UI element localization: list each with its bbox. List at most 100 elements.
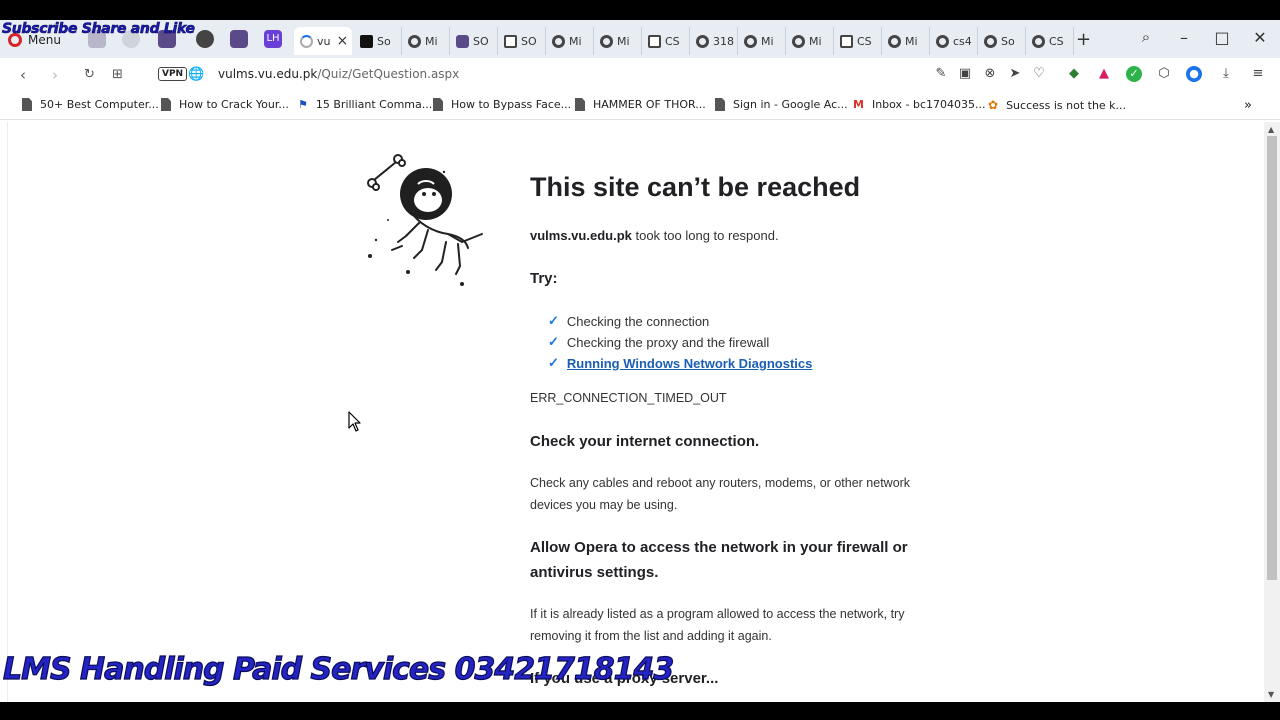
tab-label: Mi xyxy=(569,34,582,48)
url-host: vulms.vu.edu.pk xyxy=(218,67,318,81)
pinned-tab-owl-icon[interactable] xyxy=(230,30,248,48)
tab[interactable]: Mi xyxy=(786,27,834,55)
bookmark-item[interactable]: ⚑ 15 Brilliant Comma... xyxy=(298,98,432,111)
download-icon[interactable]: ⤓ xyxy=(1218,66,1234,82)
bookmark-item[interactable]: Sign in - Google Ac... xyxy=(715,98,848,111)
more-bookmarks-icon[interactable]: » xyxy=(1244,98,1252,113)
tab[interactable]: CS xyxy=(642,27,690,55)
bookmark-item[interactable]: ✿ Success is not the k... xyxy=(988,98,1126,112)
bookmark-item[interactable]: How to Bypass Face... xyxy=(433,98,571,111)
tab[interactable]: Mi xyxy=(594,27,642,55)
sidebar-edge xyxy=(0,122,8,702)
doc-icon xyxy=(161,98,171,111)
square-icon xyxy=(840,34,853,48)
profile-avatar-icon[interactable]: ● xyxy=(1186,66,1202,82)
close-tab-icon[interactable]: × xyxy=(336,33,348,49)
tab[interactable]: So xyxy=(978,27,1026,55)
tab[interactable]: SO xyxy=(450,27,498,55)
tab[interactable]: So xyxy=(354,27,402,55)
check-extension-icon[interactable]: ✓ xyxy=(1126,66,1142,82)
adblock-icon[interactable]: ⊗ xyxy=(982,66,998,82)
aria-icon[interactable]: ▲ xyxy=(1096,66,1112,82)
tab[interactable]: Mi xyxy=(882,27,930,55)
tab[interactable]: 318 xyxy=(690,27,738,55)
error-message: vulms.vu.edu.pk took too long to respond… xyxy=(530,228,779,243)
tab[interactable]: SO xyxy=(498,27,546,55)
flag-icon: ⚑ xyxy=(298,98,308,111)
tab[interactable]: CS xyxy=(834,27,882,55)
address-bar: ‹ › ↻ ⊞ VPN 🌐 vulms.vu.edu.pk/Quiz/GetQu… xyxy=(0,58,1280,92)
search-tabs-icon[interactable]: ⌕ xyxy=(1136,28,1156,46)
globe-icon xyxy=(744,34,757,48)
promo-watermark: LMS Handling Paid Services 03421718143 xyxy=(2,651,674,687)
gmail-icon: M xyxy=(853,98,864,111)
tab-label: So xyxy=(1001,34,1015,48)
bookmark-item[interactable]: M Inbox - bc1704035... xyxy=(853,98,986,111)
scrollbar[interactable]: ▲ ▼ xyxy=(1264,122,1280,702)
tab-label: SO xyxy=(473,34,489,48)
doc-icon xyxy=(575,98,585,111)
subscribe-watermark: Subscribe Share and Like xyxy=(2,21,196,38)
bookmarks-bar: 50+ Best Computer... How to Crack Your..… xyxy=(0,92,1280,120)
tab-active[interactable]: vu × xyxy=(294,27,352,55)
scroll-down-icon[interactable]: ▼ xyxy=(1268,690,1274,699)
try-label: Try: xyxy=(530,270,558,287)
bookmark-item[interactable]: How to Crack Your... xyxy=(161,98,289,111)
tab[interactable]: CS xyxy=(1026,27,1074,55)
bookmark-label: HAMMER OF THOR... xyxy=(593,98,706,111)
pinned-tab-globe-icon[interactable] xyxy=(196,30,214,48)
bookmark-label: 15 Brilliant Comma... xyxy=(315,98,433,111)
top-black-band xyxy=(0,0,1280,20)
tab-label: CS xyxy=(1049,34,1064,48)
network-diagnostics-link[interactable]: Running Windows Network Diagnostics xyxy=(567,356,812,371)
easy-setup-icon[interactable]: ≡ xyxy=(1250,66,1266,82)
tab-label: CS xyxy=(665,34,680,48)
tab[interactable]: Mi xyxy=(738,27,786,55)
loading-spinner-icon xyxy=(300,34,313,48)
globe-icon xyxy=(984,34,997,48)
new-tab-button[interactable]: + xyxy=(1076,29,1091,50)
check-icon: ✓ xyxy=(548,313,559,328)
scrollbar-thumb[interactable] xyxy=(1267,136,1277,580)
section-heading: Allow Opera to access the network in you… xyxy=(530,539,908,581)
loading-stop-icon[interactable]: ↻ xyxy=(84,67,95,82)
url-field[interactable]: vulms.vu.edu.pk/Quiz/GetQuestion.aspx xyxy=(218,67,459,81)
send-icon[interactable]: ➤ xyxy=(1007,66,1023,82)
maximize-icon[interactable]: □ xyxy=(1212,28,1232,47)
owl-icon xyxy=(456,34,469,48)
cube-icon[interactable]: ⬡ xyxy=(1156,66,1172,82)
globe-icon xyxy=(1032,34,1045,48)
vpn-badge[interactable]: VPN xyxy=(158,67,188,81)
forward-icon[interactable]: › xyxy=(52,66,58,84)
tab-label: SO xyxy=(521,34,537,48)
scroll-up-icon[interactable]: ▲ xyxy=(1268,125,1274,134)
globe-icon[interactable]: 🌐 xyxy=(188,67,204,82)
camera-icon[interactable]: ▣ xyxy=(957,66,973,82)
offline-dog-illustration-icon xyxy=(367,154,483,286)
extension-icon[interactable]: ◆ xyxy=(1066,66,1082,82)
tab-label: So xyxy=(377,34,391,48)
bookmark-item[interactable]: HAMMER OF THOR... xyxy=(575,98,706,111)
bookmark-item[interactable]: 50+ Best Computer... xyxy=(22,98,159,111)
tab-label: Mi xyxy=(425,34,438,48)
speed-dial-icon[interactable]: ⊞ xyxy=(112,67,123,82)
section-text: Check any cables and reboot any routers,… xyxy=(530,476,911,512)
tab-label: cs4 xyxy=(953,34,972,48)
tab-label: CS xyxy=(857,34,872,48)
pinned-tab-lh-icon[interactable]: LH xyxy=(264,30,282,48)
tab[interactable]: cs4 xyxy=(930,27,978,55)
minimize-icon[interactable]: – xyxy=(1174,28,1194,47)
suggestion-text: Checking the connection xyxy=(566,313,710,329)
back-icon[interactable]: ‹ xyxy=(20,66,26,84)
globe-icon xyxy=(408,34,421,48)
bookmark-label: Sign in - Google Ac... xyxy=(733,98,848,111)
error-message-text: took too long to respond. xyxy=(631,228,779,243)
heart-icon[interactable]: ♡ xyxy=(1031,66,1047,82)
edit-icon[interactable]: ✎ xyxy=(933,66,949,82)
suggestion-item: ✓ Checking the proxy and the firewall xyxy=(548,334,769,350)
tab[interactable]: Mi xyxy=(546,27,594,55)
globe-icon xyxy=(600,34,613,48)
tab[interactable]: Mi xyxy=(402,27,450,55)
close-window-icon[interactable]: ✕ xyxy=(1250,28,1270,47)
square-icon xyxy=(504,34,517,48)
